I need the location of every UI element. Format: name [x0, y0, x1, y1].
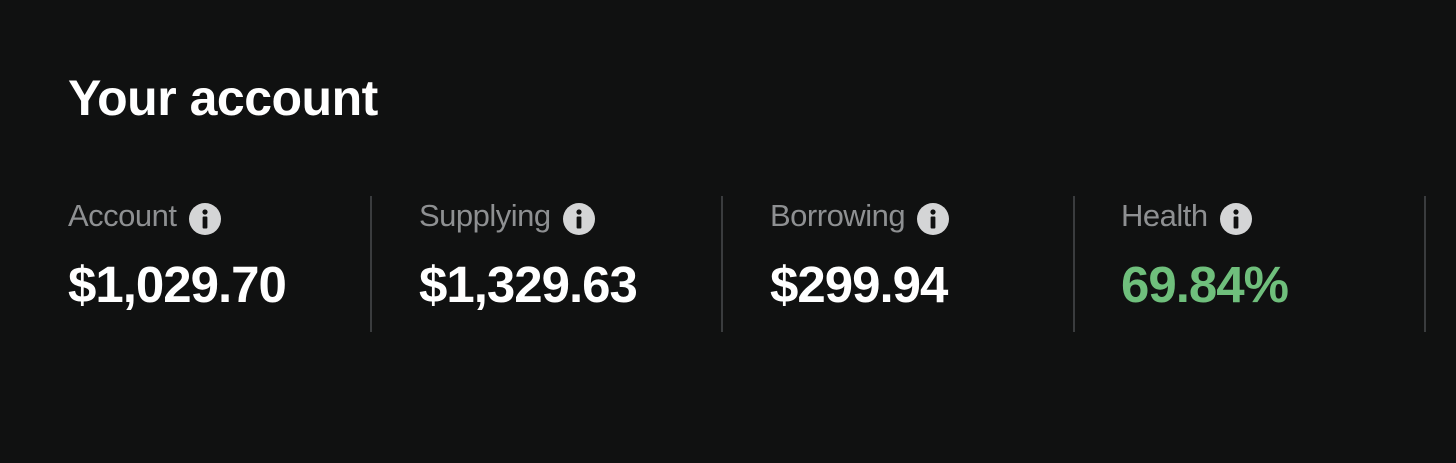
stat-label-borrowing: Borrowing — [770, 198, 906, 233]
info-icon[interactable] — [188, 202, 222, 236]
divider — [1424, 196, 1426, 332]
account-stats: Account $1,029.70 Supplying $1,329.63 Bo… — [0, 196, 1456, 332]
stat-label-supplying: Supplying — [419, 198, 551, 233]
stat-value-health: 69.84% — [1121, 256, 1289, 313]
divider — [721, 196, 723, 332]
page-title: Your account — [68, 70, 378, 126]
divider — [1073, 196, 1075, 332]
stat-value-account: $1,029.70 — [68, 256, 287, 313]
info-icon[interactable] — [916, 202, 950, 236]
info-icon[interactable] — [562, 202, 596, 236]
stat-label-health: Health — [1121, 198, 1208, 233]
info-icon[interactable] — [1219, 202, 1253, 236]
divider — [370, 196, 372, 332]
stat-value-supplying: $1,329.63 — [419, 256, 638, 313]
stat-label-account: Account — [68, 198, 177, 233]
stat-value-borrowing: $299.94 — [770, 256, 948, 313]
